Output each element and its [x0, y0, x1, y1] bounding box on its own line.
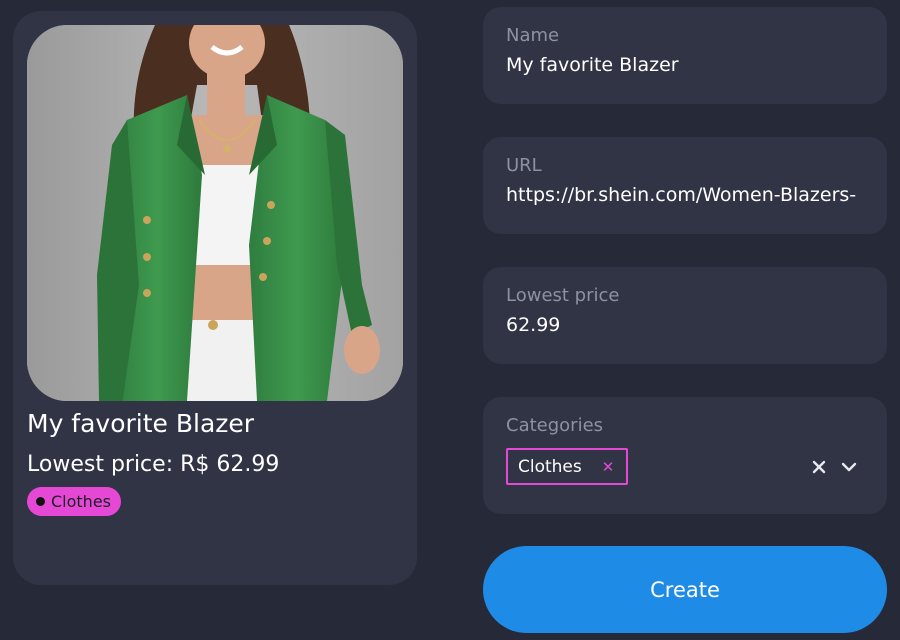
select-controls: [810, 458, 858, 476]
url-field[interactable]: URL https://br.shein.com/Women-Blazers-: [483, 137, 887, 234]
x-icon[interactable]: ✕: [602, 458, 615, 476]
url-input[interactable]: https://br.shein.com/Women-Blazers-: [506, 184, 864, 206]
product-image: [27, 25, 403, 401]
name-field-label: Name: [506, 25, 560, 46]
lowest-price-input[interactable]: 62.99: [506, 314, 864, 336]
clear-icon[interactable]: [810, 458, 828, 476]
lowest-price-field[interactable]: Lowest price 62.99: [483, 267, 887, 364]
preview-category-badge: Clothes: [27, 487, 121, 516]
product-photo: [27, 25, 403, 401]
create-button[interactable]: Create: [483, 546, 887, 633]
dot-icon: [36, 497, 45, 506]
chevron-down-icon[interactable]: [840, 458, 858, 476]
categories-select[interactable]: Clothes ✕: [506, 448, 864, 485]
category-chip-label: Clothes: [518, 456, 582, 477]
preview-lowest-price: Lowest price: R$ 62.99: [27, 452, 280, 477]
url-field-label: URL: [506, 155, 542, 176]
app-root: My favorite Blazer Lowest price: R$ 62.9…: [0, 0, 900, 640]
product-preview-card: My favorite Blazer Lowest price: R$ 62.9…: [13, 11, 417, 585]
preview-category-label: Clothes: [51, 492, 111, 511]
categories-field[interactable]: Categories Clothes ✕: [483, 397, 887, 514]
category-chip: Clothes ✕: [506, 448, 629, 485]
name-field[interactable]: Name My favorite Blazer: [483, 7, 887, 104]
preview-product-name: My favorite Blazer: [27, 409, 255, 438]
categories-field-label: Categories: [506, 415, 604, 436]
name-input[interactable]: My favorite Blazer: [506, 54, 864, 76]
lowest-price-field-label: Lowest price: [506, 285, 620, 306]
